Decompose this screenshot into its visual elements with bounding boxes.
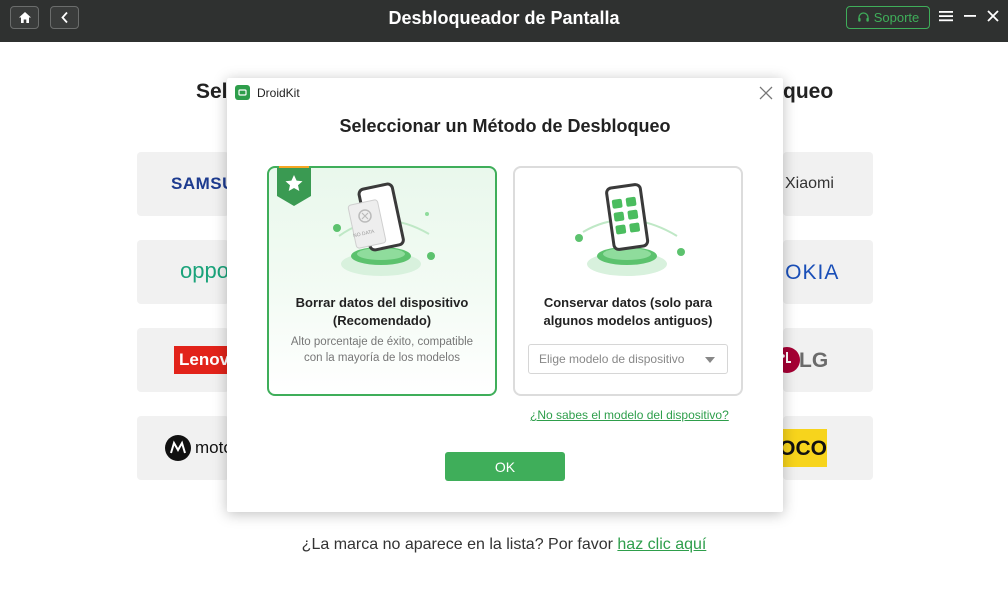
menu-button[interactable]	[937, 7, 955, 25]
brand-oppo: oppo	[180, 258, 229, 283]
dialog-title: Seleccionar un Método de Desbloqueo	[339, 116, 671, 136]
dialog-close-button[interactable]	[758, 85, 774, 101]
brand-card-xiaomi[interactable]: Xiaomi	[783, 152, 873, 216]
recommended-star-badge-icon	[277, 166, 311, 206]
brand-card-samsung[interactable]: SAMSUNG	[137, 152, 261, 216]
brand-card-nokia[interactable]: NOKIA	[783, 240, 873, 304]
close-icon	[759, 86, 773, 100]
option-erase-description: Alto porcentaje de éxito, compatible con…	[290, 336, 474, 364]
page-heading-left: Sel	[196, 80, 228, 103]
motorola-logo-icon	[165, 435, 191, 461]
ok-button[interactable]: OK	[445, 452, 565, 481]
brand-card-poco[interactable]: POCO	[783, 416, 873, 480]
device-model-help-link[interactable]: ¿No sabes el modelo del dispositivo?	[530, 408, 729, 422]
dialog-app-name: DroidKit	[257, 86, 300, 100]
minimize-icon	[964, 15, 976, 17]
device-model-placeholder: Elige modelo de dispositivo	[539, 352, 685, 366]
footer-text: ¿La marca no aparece en la lista? Por fa…	[301, 536, 618, 553]
brand-poco: POCO	[783, 429, 827, 467]
option-erase-data[interactable]: NO DATA Borrar datos del dispositivo (Re…	[267, 166, 497, 396]
brand-card-lg[interactable]: LG	[774, 328, 873, 392]
droidkit-logo-icon	[235, 85, 250, 100]
unlock-method-dialog: DroidKit Seleccionar un Método de Desblo…	[227, 78, 783, 512]
footer-note: ¿La marca no aparece en la lista? Por fa…	[0, 536, 1008, 554]
click-here-link[interactable]: haz clic aquí	[617, 536, 706, 553]
support-label: Soporte	[873, 10, 920, 25]
title-bar: Desbloqueador de Pantalla Soporte	[0, 0, 1008, 42]
option-erase-title: Borrar datos del dispositivo (Recomendad…	[295, 295, 469, 328]
brand-card-oppo[interactable]: oppo	[137, 240, 229, 304]
close-icon	[987, 10, 999, 22]
brand-card-lenovo[interactable]: Lenovo	[137, 328, 245, 392]
brand-xiaomi: Xiaomi	[785, 175, 834, 192]
option-keep-title: Conservar datos (solo para algunos model…	[543, 295, 713, 328]
page-heading-right: queo	[783, 80, 834, 103]
chevron-down-icon	[705, 357, 715, 363]
erase-phone-illustration-icon: NO DATA	[333, 182, 435, 276]
headset-icon	[857, 12, 869, 22]
support-button[interactable]: Soporte	[846, 6, 930, 29]
option-keep-data[interactable]: Conservar datos (solo para algunos model…	[513, 166, 743, 396]
brand-card-motorola[interactable]: moto	[137, 416, 233, 480]
close-window-button[interactable]	[984, 7, 1002, 25]
minimize-button[interactable]	[961, 7, 979, 25]
keep-data-phone-illustration-icon	[575, 183, 685, 276]
device-model-select[interactable]: Elige modelo de dispositivo	[528, 344, 728, 374]
brand-lg: LG	[799, 349, 829, 372]
hamburger-icon	[939, 11, 953, 22]
